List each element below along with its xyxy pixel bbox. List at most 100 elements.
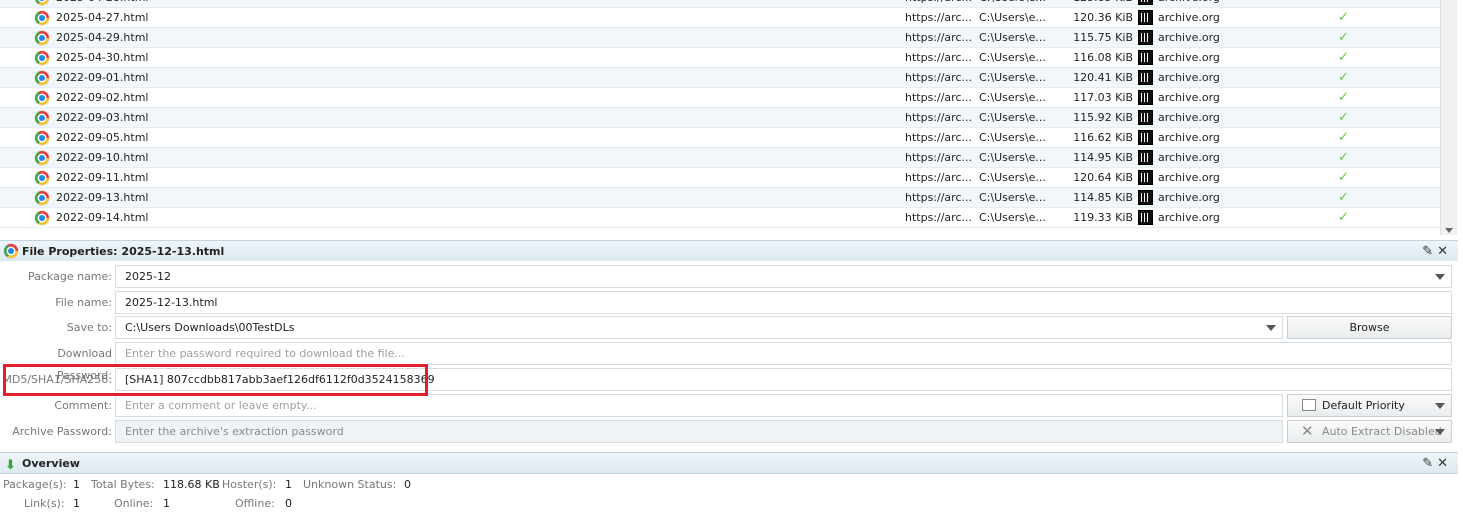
url-cell: https://arc...	[905, 11, 972, 24]
table-row[interactable]: 2022-09-01.html https://arc... C:\Users\e.…	[0, 68, 1440, 88]
check-icon: ✓	[1338, 10, 1349, 25]
hosters-value: 1	[285, 478, 292, 491]
host-cell: archive.org	[1158, 71, 1220, 84]
size-cell: 114.85 KiB	[1073, 191, 1133, 204]
save-to-dropdown[interactable]: C:\Users Downloads\00TestDLs	[115, 316, 1283, 339]
chrome-icon	[35, 0, 49, 5]
auto-extract-dropdown[interactable]: ✕ Auto Extract Disabled	[1287, 420, 1452, 443]
path-cell: C:\Users\e...	[979, 71, 1046, 84]
file-name-field[interactable]: 2025-12-13.html	[115, 291, 1452, 314]
wrench-icon[interactable]: ✎	[1422, 244, 1433, 259]
table-row[interactable]: 2025-04-28.html https://arc... C:\Users\e.…	[0, 0, 1440, 8]
file-name-cell: 2025-04-27.html	[56, 11, 149, 24]
archive-org-icon	[1138, 170, 1153, 185]
file-name-cell: 2022-09-14.html	[56, 211, 149, 224]
file-name-cell: 2022-09-11.html	[56, 171, 149, 184]
close-icon[interactable]: ✕	[1437, 244, 1448, 259]
archive-org-icon	[1138, 110, 1153, 125]
host-cell: archive.org	[1158, 51, 1220, 64]
host-cell: archive.org	[1158, 11, 1220, 24]
package-name-dropdown[interactable]: 2025-12	[115, 265, 1452, 288]
archive-org-icon	[1138, 150, 1153, 165]
table-row[interactable]: 2022-09-05.html https://arc... C:\Users\e.…	[0, 128, 1440, 148]
size-cell: 115.75 KiB	[1073, 31, 1133, 44]
browse-button[interactable]: Browse	[1287, 316, 1452, 339]
chrome-icon	[35, 171, 49, 185]
path-cell: C:\Users\e...	[979, 31, 1046, 44]
host-cell: archive.org	[1158, 211, 1220, 224]
url-cell: https://arc...	[905, 0, 972, 7]
chrome-icon	[35, 31, 49, 45]
file-properties-panel: Package name: 2025-12 File name: 2025-12…	[0, 261, 1458, 448]
path-cell: C:\Users\e...	[979, 171, 1046, 184]
unknown-status-label: Unknown Status:	[303, 478, 397, 491]
check-icon: ✓	[1338, 70, 1349, 85]
file-name-cell: 2025-04-29.html	[56, 31, 149, 44]
wrench-icon[interactable]: ✎	[1422, 456, 1433, 471]
download-list: 2025-04-28.html https://arc... C:\Users\e.…	[0, 0, 1463, 235]
path-cell: C:\Users\e...	[979, 51, 1046, 64]
table-row[interactable]: 2022-09-03.html https://arc... C:\Users\e.…	[0, 108, 1440, 128]
table-row[interactable]: 2025-04-30.html https://arc... C:\Users\e.…	[0, 48, 1440, 68]
archive-org-icon	[1138, 10, 1153, 25]
url-cell: https://arc...	[905, 111, 972, 124]
size-cell: 117.03 KiB	[1073, 91, 1133, 104]
offline-value: 0	[285, 497, 292, 510]
size-cell: 115.92 KiB	[1073, 111, 1133, 124]
chrome-icon	[4, 244, 18, 258]
table-row[interactable]: 2022-09-11.html https://arc... C:\Users\e.…	[0, 168, 1440, 188]
priority-dropdown[interactable]: Default Priority	[1287, 394, 1452, 417]
file-name-cell: 2025-04-30.html	[56, 51, 149, 64]
x-icon: ✕	[1301, 422, 1314, 440]
url-cell: https://arc...	[905, 31, 972, 44]
total-bytes-label: Total Bytes:	[91, 478, 155, 491]
check-icon: ✓	[1338, 210, 1349, 225]
check-icon: ✓	[1338, 110, 1349, 125]
online-label: Online:	[114, 497, 154, 510]
chevron-down-icon[interactable]	[1435, 274, 1445, 280]
comment-field[interactable]: Enter a comment or leave empty...	[115, 394, 1283, 417]
chrome-icon	[35, 191, 49, 205]
chrome-icon	[35, 11, 49, 25]
table-row[interactable]: 2022-09-13.html https://arc... C:\Users\e.…	[0, 188, 1440, 208]
path-cell: C:\Users\e...	[979, 211, 1046, 224]
chevron-down-icon[interactable]	[1435, 429, 1445, 435]
path-cell: C:\Users\e...	[979, 0, 1046, 7]
checksum-field[interactable]: [SHA1] 807ccdbb817abb3aef126df6112f0d352…	[115, 368, 1452, 391]
chevron-down-icon[interactable]	[1266, 325, 1276, 331]
check-icon: ✓	[1338, 170, 1349, 185]
table-row[interactable]: 2022-09-10.html https://arc... C:\Users\e.…	[0, 148, 1440, 168]
file-name-cell: 2022-09-13.html	[56, 191, 149, 204]
url-cell: https://arc...	[905, 171, 972, 184]
close-icon[interactable]: ✕	[1437, 456, 1448, 471]
size-cell: 114.95 KiB	[1073, 151, 1133, 164]
checksum-label: MD5/SHA1/SHA256:	[2, 373, 112, 386]
path-cell: C:\Users\e...	[979, 11, 1046, 24]
archive-org-icon	[1138, 70, 1153, 85]
table-row[interactable]: 2022-09-02.html https://arc... C:\Users\e.…	[0, 88, 1440, 108]
archive-org-icon	[1138, 90, 1153, 105]
check-icon: ✓	[1338, 50, 1349, 65]
size-cell: 120.41 KiB	[1073, 71, 1133, 84]
links-label: Link(s):	[24, 497, 65, 510]
priority-value: Default Priority	[1322, 399, 1405, 412]
unknown-status-value: 0	[404, 478, 411, 491]
packages-label: Package(s):	[3, 478, 67, 491]
archive-password-field[interactable]: Enter the archive's extraction password	[115, 420, 1283, 443]
scroll-down-arrow-icon[interactable]	[1445, 228, 1453, 233]
table-row[interactable]: 2025-04-27.html https://arc... C:\Users\e.…	[0, 8, 1440, 28]
download-arrow-icon: ⬇	[5, 458, 16, 473]
url-cell: https://arc...	[905, 191, 972, 204]
download-password-field[interactable]: Enter the password required to download …	[115, 342, 1452, 365]
table-row[interactable]: 2025-04-29.html https://arc... C:\Users\e.…	[0, 28, 1440, 48]
archive-password-label: Archive Password:	[12, 425, 112, 438]
file-name-cell: 2022-09-02.html	[56, 91, 149, 104]
path-cell: C:\Users\e...	[979, 191, 1046, 204]
list-scrollbar[interactable]	[1440, 0, 1457, 235]
check-icon: ✓	[1338, 190, 1349, 205]
size-cell: 120.36 KiB	[1073, 11, 1133, 24]
path-cell: C:\Users\e...	[979, 111, 1046, 124]
host-cell: archive.org	[1158, 191, 1220, 204]
chevron-down-icon[interactable]	[1435, 403, 1445, 409]
table-row[interactable]: 2022-09-14.html https://arc... C:\Users\e.…	[0, 208, 1440, 228]
